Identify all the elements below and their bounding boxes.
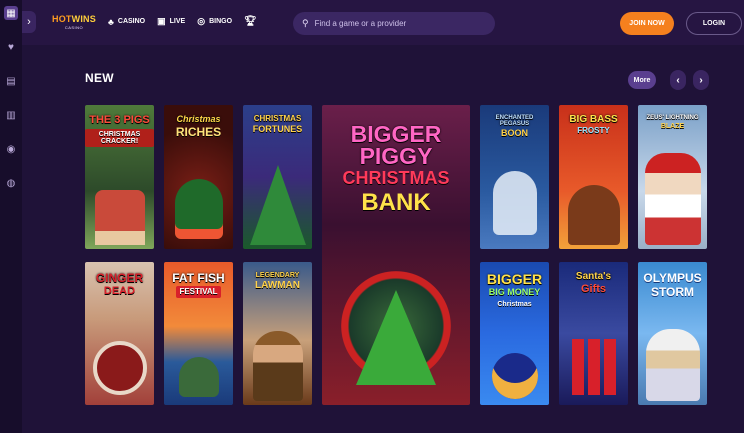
game-tile-enchanted-pegasus[interactable]: ENCHANTED PEGASUS BOON — [480, 105, 549, 249]
trophy-icon[interactable]: ▤ — [4, 74, 18, 88]
game-tile-bigger-big-money-christmas[interactable]: BIGGER BIG MONEY Christmas — [480, 262, 549, 405]
game-tile-bigger-piggy-christmas-bank[interactable]: BIGGER PIGGY CHRISTMAS BANK — [322, 105, 470, 405]
game-subtitle-2: Christmas — [497, 301, 532, 308]
game-title: THE 3 PIGS — [89, 114, 150, 126]
game-title: ENCHANTED PEGASUS — [495, 115, 534, 127]
game-title: BIG BASS — [569, 114, 618, 125]
game-tile-santas-gifts[interactable]: Santa's Gifts — [559, 262, 628, 405]
nav-label: LIVE — [169, 18, 186, 25]
login-button[interactable]: LOGIN — [686, 12, 742, 35]
live-icon: ▣ — [157, 16, 166, 26]
game-subtitle: CHRISTMAS CRACKER! — [85, 129, 154, 147]
join-now-button[interactable]: JOIN NOW — [620, 12, 674, 35]
logo-sub: CASINO — [64, 25, 84, 30]
game-subtitle: CHRISTMAS — [342, 168, 450, 188]
bingo-icon: ◎ — [197, 16, 206, 26]
search-icon: ⚲ — [302, 18, 309, 28]
game-title: OLYMPUS — [643, 271, 702, 285]
logo[interactable]: HOTWINS CASINO — [52, 14, 96, 34]
nav-label: BINGO — [209, 18, 233, 25]
coin-icon[interactable]: ◉ — [4, 142, 18, 156]
game-tile-zeus-lightning-blaze[interactable]: ZEUS' LIGHTNING BLAZE — [638, 105, 707, 249]
game-subtitle-2: BANK — [361, 189, 431, 216]
game-title: BIGGER PIGGY — [350, 121, 442, 169]
game-subtitle: STORM — [650, 285, 695, 299]
game-tile-ginger-dead[interactable]: GINGER DEAD — [85, 262, 154, 405]
chevron-left-icon[interactable]: ‹ — [670, 70, 686, 90]
more-button[interactable]: More — [628, 71, 656, 89]
nav-live[interactable]: ▣ LIVE — [157, 16, 185, 27]
nav-bingo[interactable]: ◎ BINGO — [197, 16, 232, 27]
game-title: Christmas — [176, 114, 221, 124]
gift-icon[interactable]: ▥ — [4, 108, 18, 122]
game-title: BIGGER — [486, 271, 543, 287]
main-nav: ♣ CASINO ▣ LIVE ◎ BINGO 🏆︎ — [108, 16, 257, 27]
spade-icon: ♣ — [108, 16, 114, 27]
game-subtitle: Gifts — [580, 283, 607, 295]
game-subtitle: FROSTY — [577, 126, 610, 135]
header: › HOTWINS CASINO ♣ CASINO ▣ LIVE ◎ BINGO 🏆︎… — [22, 0, 744, 45]
heart-icon[interactable]: ♥ — [4, 40, 18, 54]
chevron-right-icon[interactable]: › — [693, 70, 709, 90]
game-tile-legendary-lawman[interactable]: LEGENDARY LAWMAN — [243, 262, 312, 405]
game-tile-fat-fish-festival[interactable]: FAT FISH FESTIVAL — [164, 262, 233, 405]
game-subtitle: DEAD — [103, 285, 136, 297]
trophy-icon[interactable]: 🏆︎ — [244, 16, 257, 27]
chip-icon[interactable]: ◍ — [4, 176, 18, 190]
nav-label: CASINO — [117, 18, 146, 25]
game-tile-christmas-riches[interactable]: Christmas RICHES — [164, 105, 233, 249]
game-title: FAT FISH — [172, 271, 225, 285]
game-title: LEGENDARY — [255, 272, 300, 279]
game-subtitle: BIG MONEY — [488, 287, 541, 297]
game-title: CHRISTMAS — [253, 114, 302, 123]
game-tile-3-pigs[interactable]: THE 3 PIGS CHRISTMAS CRACKER! — [85, 105, 154, 249]
game-tile-christmas-fortunes[interactable]: CHRISTMAS FORTUNES — [243, 105, 312, 249]
grid-icon[interactable]: ▦ — [4, 6, 18, 20]
game-subtitle: FORTUNES — [252, 124, 303, 134]
game-subtitle: BOON — [501, 128, 528, 138]
game-subtitle: LAWMAN — [255, 280, 300, 291]
nav-casino[interactable]: ♣ CASINO — [108, 17, 145, 27]
game-tile-olympus-storm[interactable]: OLYMPUS STORM — [638, 262, 707, 405]
game-subtitle: BLAZE — [660, 123, 685, 130]
logo-hot: HOT — [52, 14, 72, 24]
game-title: Santa's — [575, 271, 612, 282]
game-subtitle: FESTIVAL — [176, 286, 221, 298]
game-subtitle: RICHES — [175, 125, 222, 139]
logo-wins: WINS — [71, 14, 96, 24]
search-input[interactable]: ⚲ Find a game or a provider — [293, 12, 495, 35]
search-placeholder: Find a game or a provider — [314, 19, 407, 28]
game-title: GINGER — [95, 271, 144, 285]
game-tile-big-bass-frosty[interactable]: BIG BASS FROSTY — [559, 105, 628, 249]
sidebar-rail: ▦ ♥ ▤ ▥ ◉ ◍ — [0, 0, 22, 433]
chevron-right-icon[interactable]: › — [22, 11, 36, 33]
section-title: NEW — [85, 71, 114, 85]
